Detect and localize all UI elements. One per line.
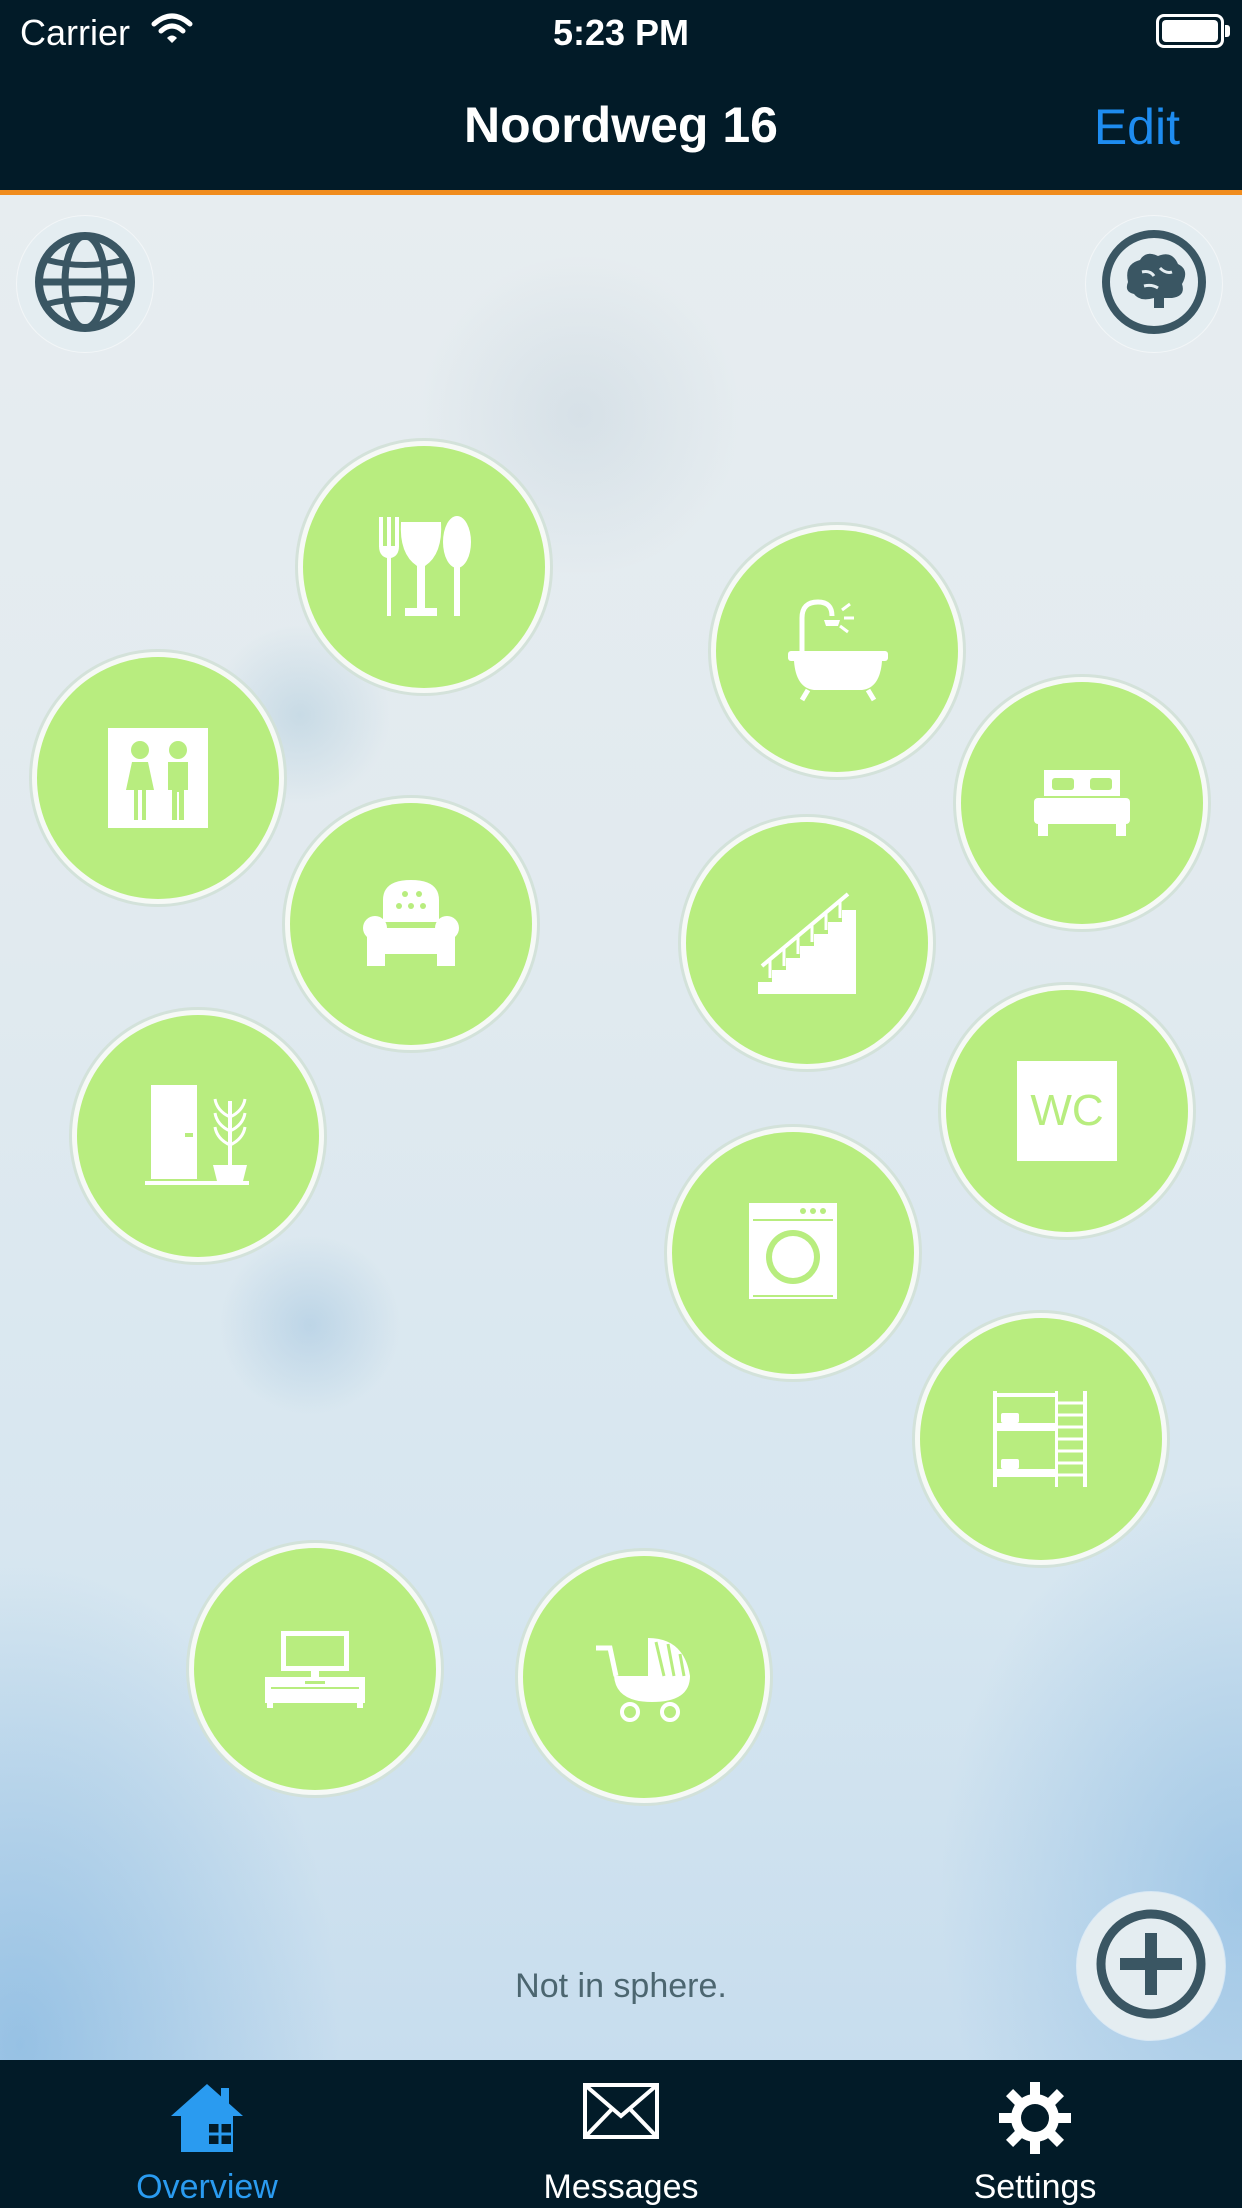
gear-icon [999, 2082, 1071, 2159]
room-stairs[interactable] [686, 822, 928, 1064]
room-bedroom[interactable] [961, 682, 1203, 924]
bathtub-icon [782, 596, 892, 706]
tab-bar: Overview Messages Settings [0, 2060, 1242, 2208]
dining-icon [369, 512, 479, 622]
room-toilet[interactable]: WC [946, 990, 1188, 1232]
tab-messages-label: Messages [543, 2168, 699, 2206]
room-tv[interactable] [194, 1548, 436, 1790]
brain-button[interactable] [1086, 216, 1222, 352]
room-restroom[interactable] [37, 657, 279, 899]
room-living[interactable] [290, 803, 532, 1045]
battery-icon [1156, 14, 1230, 48]
armchair-icon [361, 874, 461, 974]
sphere-overview: WC Not in sphere. [0, 195, 1242, 2060]
page-title: Noordweg 16 [464, 97, 778, 153]
brain-icon [1100, 228, 1208, 341]
add-room-button[interactable] [1077, 1892, 1225, 2040]
edit-button[interactable]: Edit [1094, 98, 1180, 156]
wc-text: WC [1030, 1086, 1103, 1135]
tab-overview-label: Overview [136, 2168, 278, 2206]
sphere-status-text: Not in sphere. [515, 1967, 727, 2005]
clock: 5:23 PM [552, 12, 690, 53]
status-bar: Carrier 5:23 PM [0, 0, 1242, 62]
room-kids[interactable] [920, 1318, 1162, 1560]
tab-settings-label: Settings [973, 2168, 1097, 2206]
washing-machine-icon [747, 1201, 839, 1305]
bunk-bed-icon [991, 1389, 1091, 1489]
plus-circle-icon [1094, 1907, 1208, 2026]
room-hallway[interactable] [77, 1015, 319, 1257]
door-plant-icon [143, 1081, 253, 1191]
stroller-icon [592, 1632, 696, 1722]
stairs-icon [752, 888, 862, 998]
room-dining[interactable] [303, 446, 545, 688]
house-icon [169, 2082, 245, 2159]
tab-messages[interactable]: Messages [414, 2060, 828, 2208]
tab-settings[interactable]: Settings [828, 2060, 1242, 2208]
navigation-bar: Noordweg 16 Edit [0, 62, 1242, 195]
restroom-people-icon [108, 728, 208, 828]
globe-icon [33, 230, 137, 339]
tab-overview[interactable]: Overview [0, 2060, 414, 2208]
tv-icon [263, 1629, 367, 1709]
room-bathroom[interactable] [716, 530, 958, 772]
envelope-icon [582, 2082, 660, 2145]
wc-icon: WC [1017, 1061, 1117, 1161]
bed-icon [1032, 768, 1132, 838]
room-nursery[interactable] [523, 1556, 765, 1798]
room-laundry[interactable] [672, 1132, 914, 1374]
globe-button[interactable] [17, 216, 153, 352]
